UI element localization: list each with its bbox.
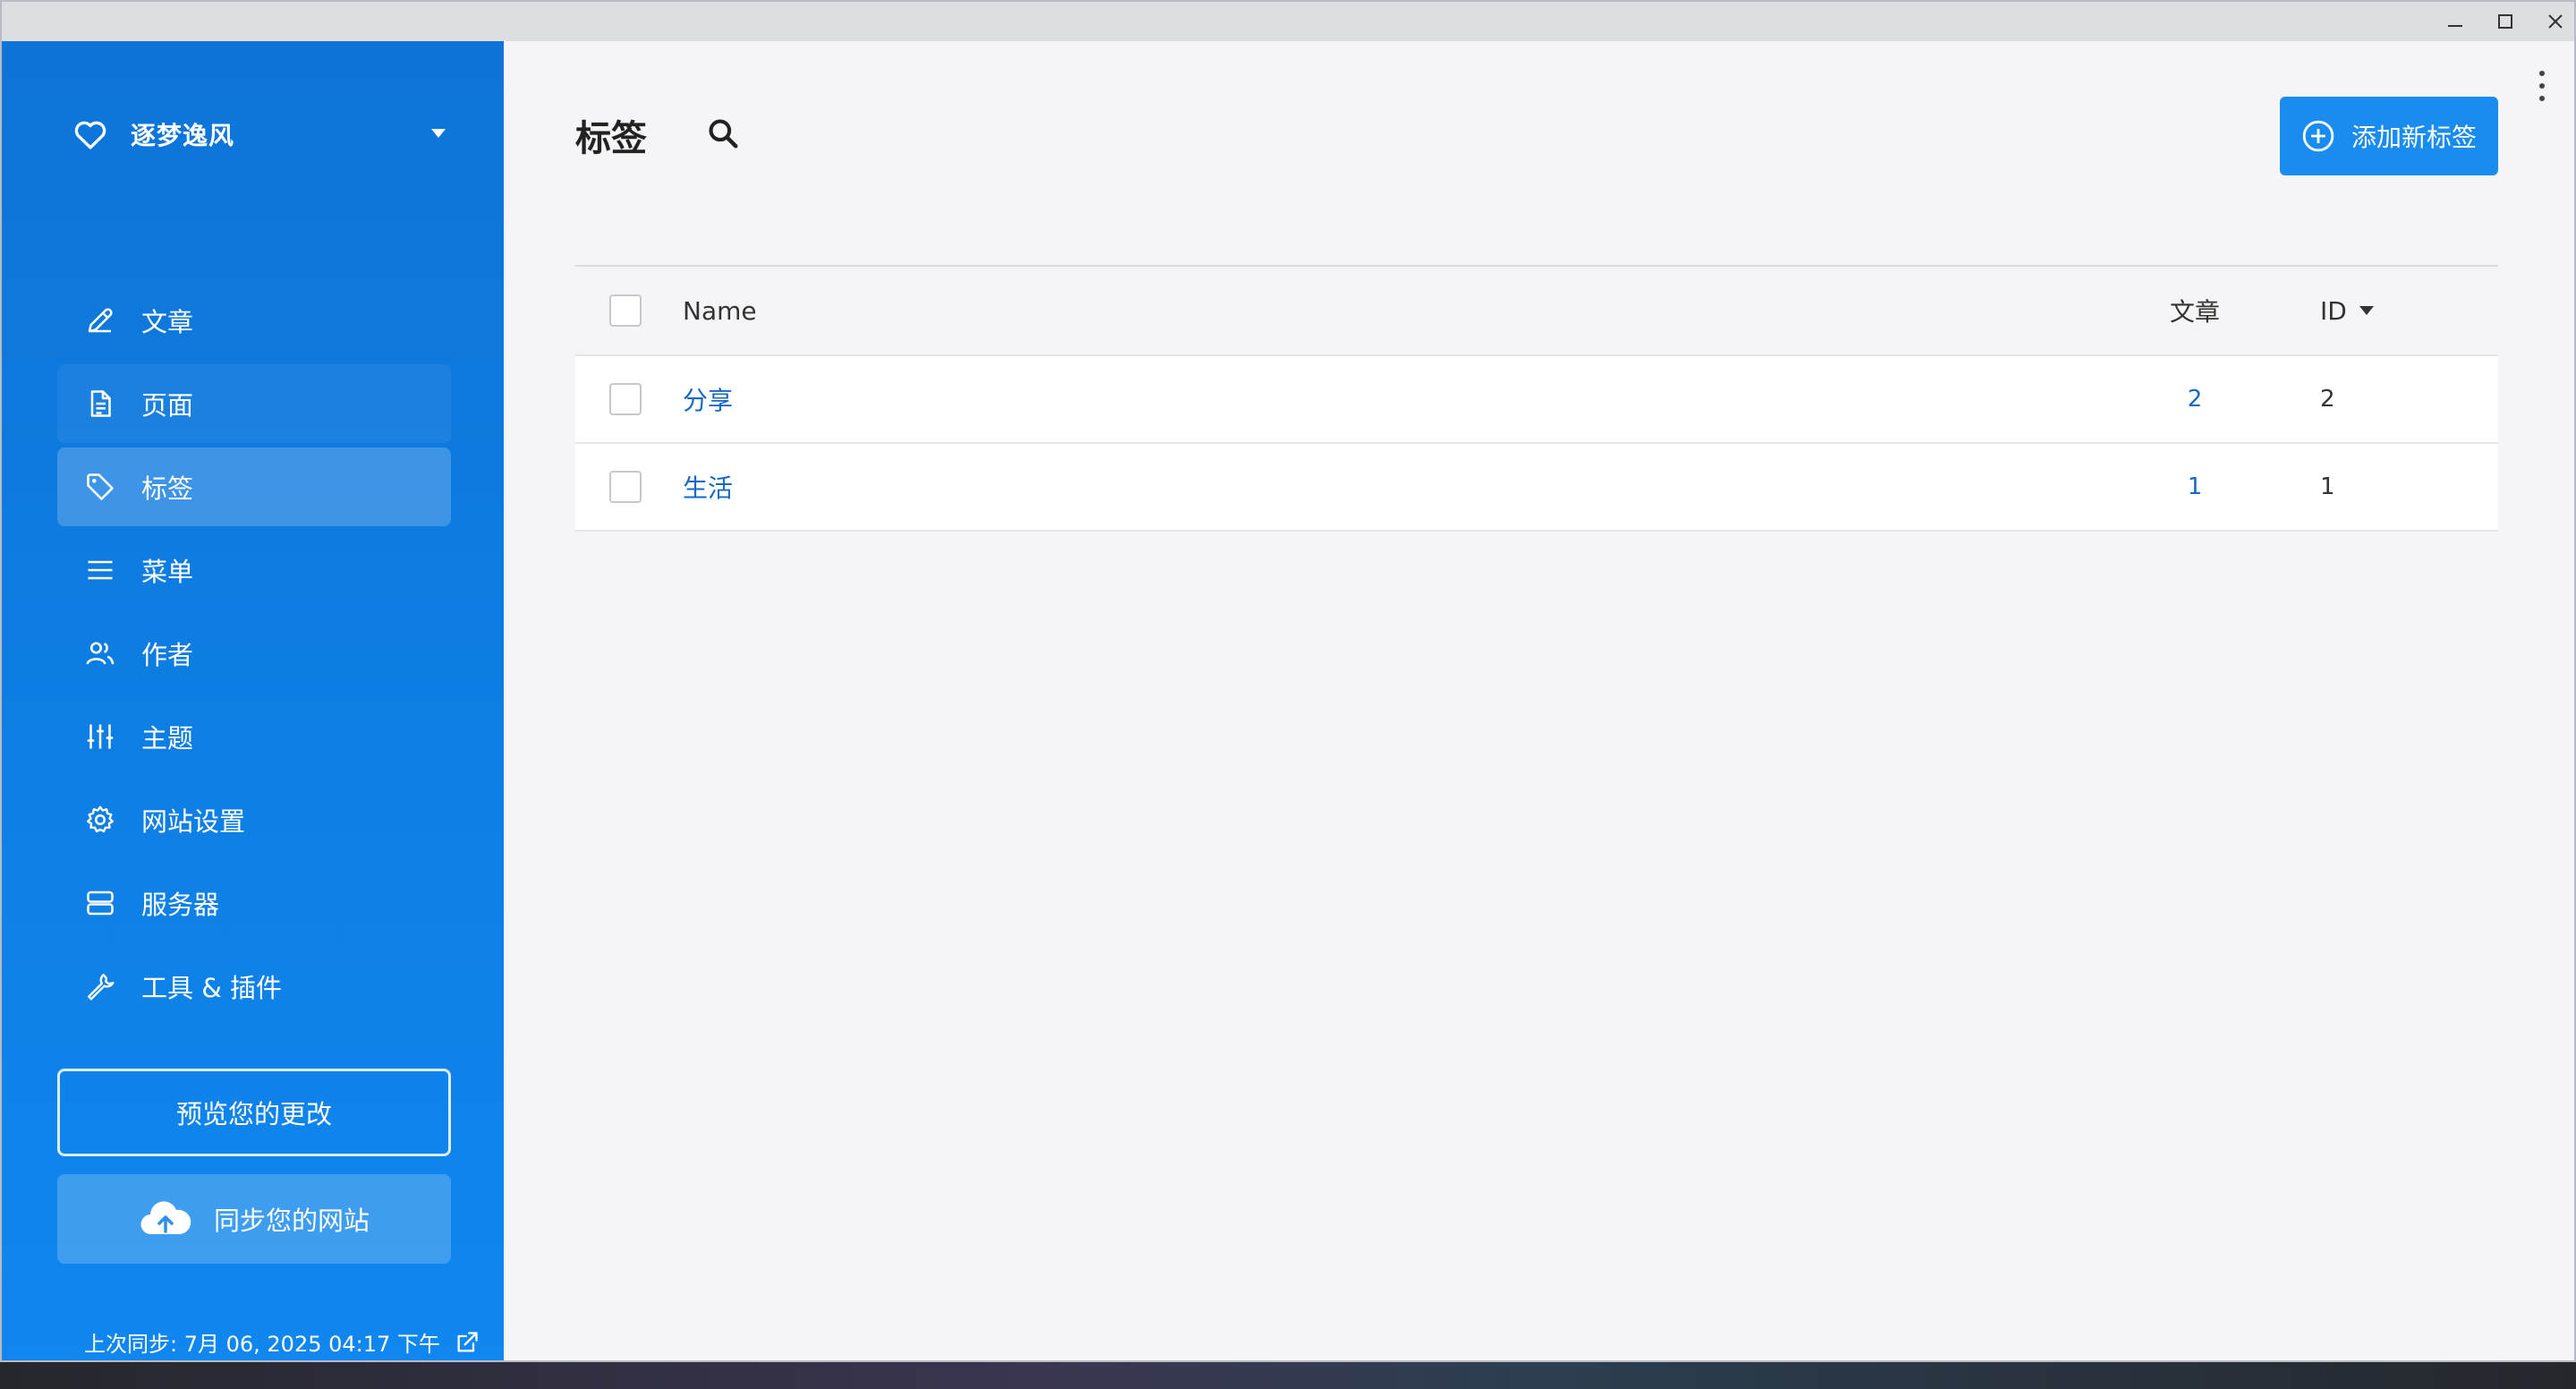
table-header: Name 文章 ID bbox=[575, 267, 2498, 356]
plus-circle-icon bbox=[2302, 120, 2334, 152]
site-switcher[interactable]: 逐梦逸风 bbox=[72, 107, 447, 161]
sidebar-item-label: 文章 bbox=[141, 307, 194, 337]
last-sync-info: 上次同步: 7月 06, 2025 04:17 下午 bbox=[84, 1326, 480, 1358]
sidebar-item-pages[interactable]: 页面 bbox=[57, 364, 451, 443]
preview-changes-button[interactable]: 预览您的更改 bbox=[57, 1069, 451, 1156]
sidebar-item-authors[interactable]: 作者 bbox=[57, 614, 451, 693]
table-row: 分享 2 2 bbox=[575, 356, 2498, 444]
tag-post-count[interactable]: 2 bbox=[2150, 386, 2240, 413]
minimize-icon bbox=[2448, 25, 2462, 27]
close-button[interactable] bbox=[2530, 2, 2574, 41]
maximize-icon bbox=[2498, 14, 2512, 29]
server-icon bbox=[87, 890, 114, 916]
cloud-upload-icon bbox=[140, 1201, 191, 1235]
menu-icon bbox=[88, 560, 113, 580]
gear-icon bbox=[87, 805, 114, 833]
sidebar-item-label: 作者 bbox=[141, 640, 194, 670]
pencil-icon bbox=[88, 308, 113, 333]
chevron-down-icon bbox=[431, 129, 446, 138]
minimize-button[interactable] bbox=[2430, 2, 2480, 41]
sidebar-item-tags[interactable]: 标签 bbox=[57, 447, 451, 526]
maximize-button[interactable] bbox=[2480, 2, 2530, 41]
tag-name-link[interactable]: 生活 bbox=[683, 469, 733, 505]
main-content: 标签 添加新标签 Name 文章 ID 分享 2 2 生活 1 1 bbox=[504, 41, 2574, 1360]
sort-down-icon bbox=[2359, 306, 2374, 315]
column-header-name[interactable]: Name bbox=[683, 296, 757, 326]
sidebar-item-label: 页面 bbox=[141, 390, 194, 421]
last-sync-text: 上次同步: 7月 06, 2025 04:17 下午 bbox=[84, 1332, 440, 1357]
column-header-id-label: ID bbox=[2320, 295, 2347, 326]
tag-id: 2 bbox=[2320, 386, 2335, 413]
sidebar-item-menus[interactable]: 菜单 bbox=[57, 531, 451, 609]
site-name: 逐梦逸风 bbox=[131, 121, 235, 150]
preview-changes-label: 预览您的更改 bbox=[175, 1099, 332, 1129]
sidebar: 逐梦逸风 文章 页面 标签 菜单 作者 主题 网站设置 服务器 工具 & 插件 … bbox=[2, 41, 504, 1360]
search-icon[interactable] bbox=[706, 116, 740, 150]
sidebar-item-label: 主题 bbox=[141, 723, 194, 754]
tag-name-link[interactable]: 分享 bbox=[683, 381, 733, 417]
users-icon bbox=[86, 642, 115, 665]
row-checkbox[interactable] bbox=[609, 383, 642, 415]
more-options-icon[interactable] bbox=[2535, 68, 2549, 104]
row-checkbox[interactable] bbox=[609, 471, 642, 503]
page-title: 标签 bbox=[575, 118, 647, 159]
add-tag-label: 添加新标签 bbox=[2351, 123, 2478, 152]
wrench-icon bbox=[88, 974, 115, 1001]
select-all-checkbox[interactable] bbox=[609, 294, 642, 327]
sliders-icon bbox=[87, 724, 114, 749]
app-window: 逐梦逸风 文章 页面 标签 菜单 作者 主题 网站设置 服务器 工具 & 插件 … bbox=[0, 0, 2576, 1362]
table-row: 生活 1 1 bbox=[575, 444, 2498, 532]
sidebar-item-label: 标签 bbox=[141, 473, 194, 504]
sidebar-nav: 文章 页面 标签 菜单 作者 主题 网站设置 服务器 工具 & 插件 bbox=[57, 281, 451, 1030]
title-bar bbox=[2, 2, 2574, 41]
sync-site-label: 同步您的网站 bbox=[213, 1206, 370, 1236]
sidebar-item-posts[interactable]: 文章 bbox=[57, 281, 451, 360]
sidebar-item-label: 服务器 bbox=[141, 890, 220, 920]
tags-table: Name 文章 ID 分享 2 2 生活 1 1 bbox=[575, 265, 2498, 532]
column-header-id[interactable]: ID bbox=[2320, 296, 2376, 326]
close-icon bbox=[2548, 14, 2563, 29]
sidebar-item-site-settings[interactable]: 网站设置 bbox=[57, 780, 451, 859]
add-tag-button[interactable]: 添加新标签 bbox=[2280, 97, 2498, 175]
sidebar-item-label: 网站设置 bbox=[141, 806, 246, 837]
tag-id: 1 bbox=[2320, 473, 2335, 500]
tag-post-count[interactable]: 1 bbox=[2150, 473, 2240, 500]
sidebar-item-tools-plugins[interactable]: 工具 & 插件 bbox=[57, 947, 451, 1026]
desktop-taskbar-strip bbox=[0, 1362, 2576, 1389]
document-icon bbox=[90, 390, 111, 417]
external-link-icon[interactable] bbox=[455, 1330, 480, 1355]
sidebar-item-server[interactable]: 服务器 bbox=[57, 864, 451, 942]
tag-icon bbox=[87, 473, 114, 500]
sidebar-item-themes[interactable]: 主题 bbox=[57, 697, 451, 776]
sync-site-button[interactable]: 同步您的网站 bbox=[57, 1174, 451, 1264]
sidebar-item-label: 菜单 bbox=[141, 557, 194, 587]
column-header-posts[interactable]: 文章 bbox=[2150, 293, 2240, 328]
heart-icon bbox=[74, 121, 106, 149]
sidebar-item-label: 工具 & 插件 bbox=[141, 973, 283, 1003]
